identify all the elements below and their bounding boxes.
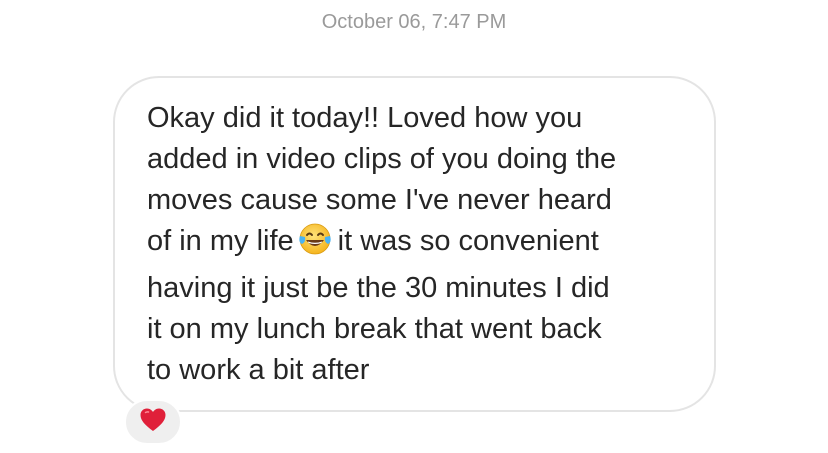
reaction-badge[interactable] <box>124 399 182 445</box>
message-line-with-emoji: of in my life it was so convenient <box>147 221 697 268</box>
message-line-segment: it was so convenient <box>337 225 599 257</box>
message-line: to work a bit after <box>147 354 370 386</box>
face-with-tears-of-joy-icon <box>298 222 332 268</box>
message-line: Okay did it today!! Loved how you <box>147 102 583 134</box>
message-line-segment: of in my life <box>147 225 294 257</box>
message-line: it on my lunch break that went back <box>147 313 602 345</box>
message-line: having it just be the 30 minutes I did <box>147 272 610 304</box>
message-bubble[interactable]: Okay did it today!! Loved how you added … <box>113 76 716 412</box>
message-text: Okay did it today!! Loved how you added … <box>147 98 697 391</box>
red-heart-icon <box>139 407 167 438</box>
message-line: added in video clips of you doing the <box>147 143 617 175</box>
message-line: moves cause some I've never heard <box>147 184 612 216</box>
message-timestamp: October 06, 7:47 PM <box>321 11 507 33</box>
